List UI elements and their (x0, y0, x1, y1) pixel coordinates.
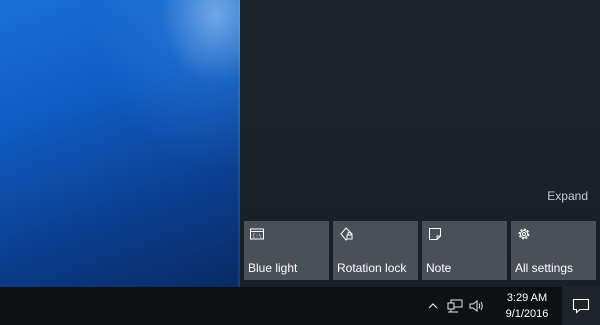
clock-time: 3:29 AM (506, 292, 548, 304)
quick-action-all-settings[interactable]: All settings (511, 221, 596, 280)
chevron-up-icon[interactable] (422, 287, 444, 325)
expand-link[interactable]: Expand (547, 189, 588, 203)
blue-light-icon: C:\ (249, 226, 265, 242)
rotation-lock-icon (338, 226, 354, 242)
quick-action-note[interactable]: Note (422, 221, 507, 280)
quick-action-label: All settings (515, 261, 574, 275)
gear-icon (516, 226, 532, 242)
svg-text:C:\: C:\ (253, 234, 262, 240)
action-center-button[interactable] (562, 287, 600, 325)
volume-icon[interactable] (466, 287, 488, 325)
quick-action-blue-light[interactable]: C:\ Blue light (244, 221, 329, 280)
desktop-wallpaper (0, 0, 240, 287)
quick-action-label: Blue light (248, 261, 298, 275)
quick-actions: C:\ Blue light Rotation lock Note All se… (244, 221, 596, 280)
taskbar: 3:29 AM 9/1/2016 (0, 287, 600, 325)
system-tray: 3:29 AM 9/1/2016 (422, 287, 600, 325)
note-icon (427, 226, 443, 242)
network-icon[interactable] (444, 287, 466, 325)
action-center-icon (572, 298, 590, 314)
quick-action-label: Rotation lock (337, 261, 407, 275)
quick-action-rotation-lock[interactable]: Rotation lock (333, 221, 418, 280)
clock[interactable]: 3:29 AM 9/1/2016 (496, 290, 558, 322)
clock-date: 9/1/2016 (505, 308, 549, 320)
quick-action-label: Note (426, 261, 452, 275)
